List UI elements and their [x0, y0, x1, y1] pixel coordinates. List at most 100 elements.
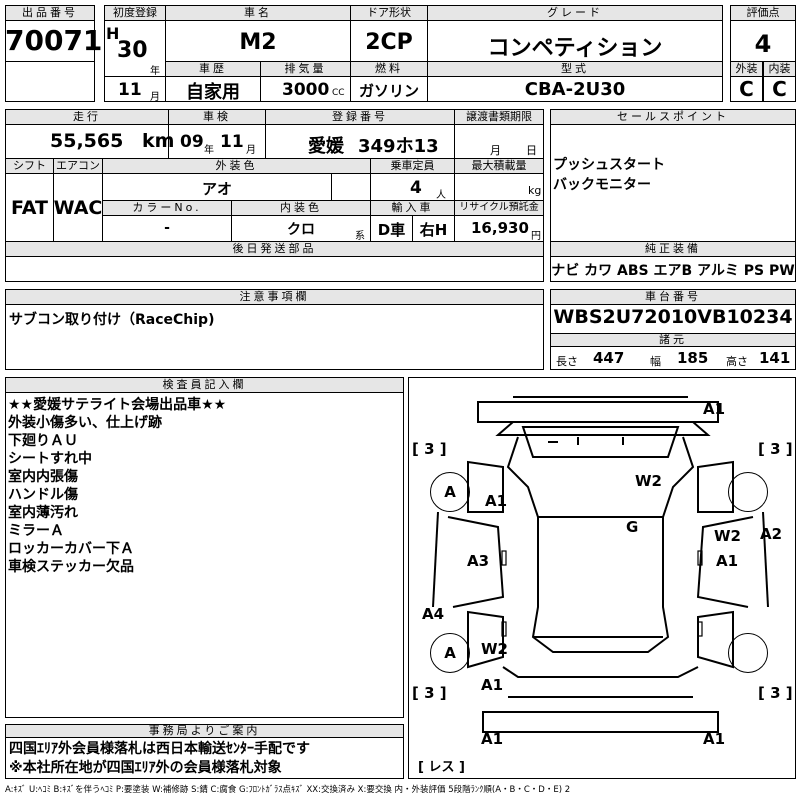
- inspector-note: 下廻りＡＵ: [8, 433, 78, 449]
- wheel-front-left: A: [430, 472, 470, 512]
- transfer-docs-header: 譲渡書類期限: [454, 109, 544, 125]
- kei-unit: 系: [355, 231, 365, 242]
- damage-mark: W2: [481, 640, 508, 658]
- score-header: 評価点: [730, 5, 796, 21]
- mileage-header: 走行: [5, 109, 169, 125]
- kg-unit: kg: [528, 184, 542, 197]
- inspection-header: 車検: [168, 109, 266, 125]
- door-type: 2CP: [365, 30, 413, 55]
- damage-mark: A1: [716, 552, 739, 570]
- ac-header: エアコン: [53, 158, 103, 174]
- first-reg-month: 11: [118, 80, 142, 100]
- exterior-header: 外装: [730, 61, 763, 77]
- color-no: -: [164, 220, 170, 236]
- history: 自家用: [186, 82, 240, 103]
- year-unit: 年: [150, 66, 160, 77]
- int-color: クロ: [287, 222, 315, 238]
- sales-point-2: バックモニター: [553, 177, 651, 193]
- damage-mark: G: [626, 518, 639, 536]
- lot-blank-cell: [5, 61, 95, 102]
- damage-mark: [ 3 ]: [412, 440, 447, 458]
- capacity: 4: [410, 178, 422, 198]
- int-color-header: 内装色: [231, 200, 371, 216]
- damage-mark: A1: [481, 676, 504, 694]
- car-outline-diagram: [432, 396, 769, 733]
- later-parts-header: 後日発送部品: [5, 241, 544, 257]
- damage-mark: [ 3 ]: [758, 684, 793, 702]
- import-header: 輸入車: [370, 200, 455, 216]
- sales-points-header: セールスポイント: [550, 109, 796, 125]
- damage-mark: A2: [760, 525, 783, 543]
- displacement-header: 排気量: [260, 61, 351, 77]
- length-label: 長さ: [556, 355, 578, 368]
- genuine-equip-header: 純正装備: [550, 241, 796, 257]
- width-label: 幅: [650, 355, 661, 368]
- exterior-grade: C: [739, 77, 754, 101]
- reg-number: 349ホ13: [358, 136, 439, 157]
- later-parts-cell: [5, 256, 544, 282]
- car-name-header: 車名: [165, 5, 351, 21]
- fuel: ガソリン: [358, 82, 419, 100]
- first-reg-year: 30: [117, 38, 148, 63]
- color-no-header: カラーNo.: [102, 200, 232, 216]
- inspector-note: シートすれ中: [8, 451, 92, 467]
- inspector-note: ハンドル傷: [8, 487, 78, 503]
- person-unit: 人: [436, 190, 446, 201]
- ext-color-header: 外装色: [102, 158, 371, 174]
- recycle-header: リサイクル預託金: [454, 200, 544, 216]
- model-code-header: 型式: [427, 61, 723, 77]
- inspection-month: 11: [220, 132, 244, 152]
- inspector-note: ロッカーカバー下Ａ: [8, 541, 134, 557]
- lot-number: 70071: [5, 24, 103, 57]
- specs-header: 諸元: [550, 333, 796, 347]
- interior-header: 内装: [763, 61, 796, 77]
- damage-mark: W2: [635, 472, 662, 490]
- reg-area: 愛媛: [308, 136, 344, 157]
- transfer-day-unit: 日: [526, 144, 537, 157]
- car-name: M2: [239, 30, 277, 55]
- office-note: ※本社所在地が四国ｴﾘｱ外の会員様落札対象: [9, 760, 282, 776]
- history-header: 車歴: [165, 61, 261, 77]
- caution-text: サブコン取り付け（RaceChip): [9, 312, 215, 328]
- wheel-front-right: [728, 472, 768, 512]
- inspector-note: 室内薄汚れ: [8, 505, 78, 521]
- damage-mark: A1: [703, 400, 726, 418]
- damage-mark: A1: [485, 492, 508, 510]
- max-load-header: 最大積載量: [454, 158, 544, 174]
- chassis-header: 車台番号: [550, 289, 796, 305]
- genuine-equipment: ナビ カワ ABS エアB アルミ PS PW: [551, 263, 795, 279]
- damage-mark: A1: [703, 730, 726, 748]
- legend-text: A:ｷｽﾞ U:ﾍｺﾐ B:ｷｽﾞを伴うﾍｺﾐ P:要塗装 W:補修跡 S:錆 …: [5, 785, 571, 795]
- fuel-header: 燃料: [350, 61, 428, 77]
- inspector-note: ミラーＡ: [8, 523, 64, 539]
- displacement: 3000: [282, 80, 330, 100]
- steering: 右H: [419, 221, 448, 239]
- damage-mark: A1: [481, 730, 504, 748]
- caution-header: 注意事項欄: [5, 289, 544, 305]
- height: 141: [759, 349, 791, 367]
- interior-grade: C: [772, 77, 787, 101]
- cc-unit: CC: [332, 88, 345, 98]
- sales-point-1: プッシュスタート: [553, 157, 665, 173]
- inspection-year-unit: 年: [204, 145, 214, 156]
- door-header: ドア形状: [350, 5, 428, 21]
- import-type: D車: [377, 221, 406, 239]
- inspector-note: 室内内張傷: [8, 469, 78, 485]
- damage-mark: A3: [467, 552, 490, 570]
- damage-mark: W2: [714, 527, 741, 545]
- damage-mark: [ 3 ]: [412, 684, 447, 702]
- wheel-rear-right: [728, 633, 768, 673]
- yen-unit: 円: [531, 231, 541, 242]
- damage-mark: [ 3 ]: [758, 440, 793, 458]
- length: 447: [593, 349, 625, 367]
- inspector-note: 車検ステッカー欠品: [8, 559, 134, 575]
- ext-color: アオ: [201, 180, 232, 198]
- ac: WAC: [53, 197, 103, 219]
- shift: FAT: [11, 197, 48, 219]
- ext-color-extra-cell: [331, 173, 371, 201]
- grade: コンペティション: [487, 36, 663, 61]
- office-header: 事務局よりご案内: [5, 724, 404, 738]
- score: 4: [754, 30, 772, 58]
- grade-header: グレード: [427, 5, 723, 21]
- inspector-header: 検査員記入欄: [5, 377, 404, 393]
